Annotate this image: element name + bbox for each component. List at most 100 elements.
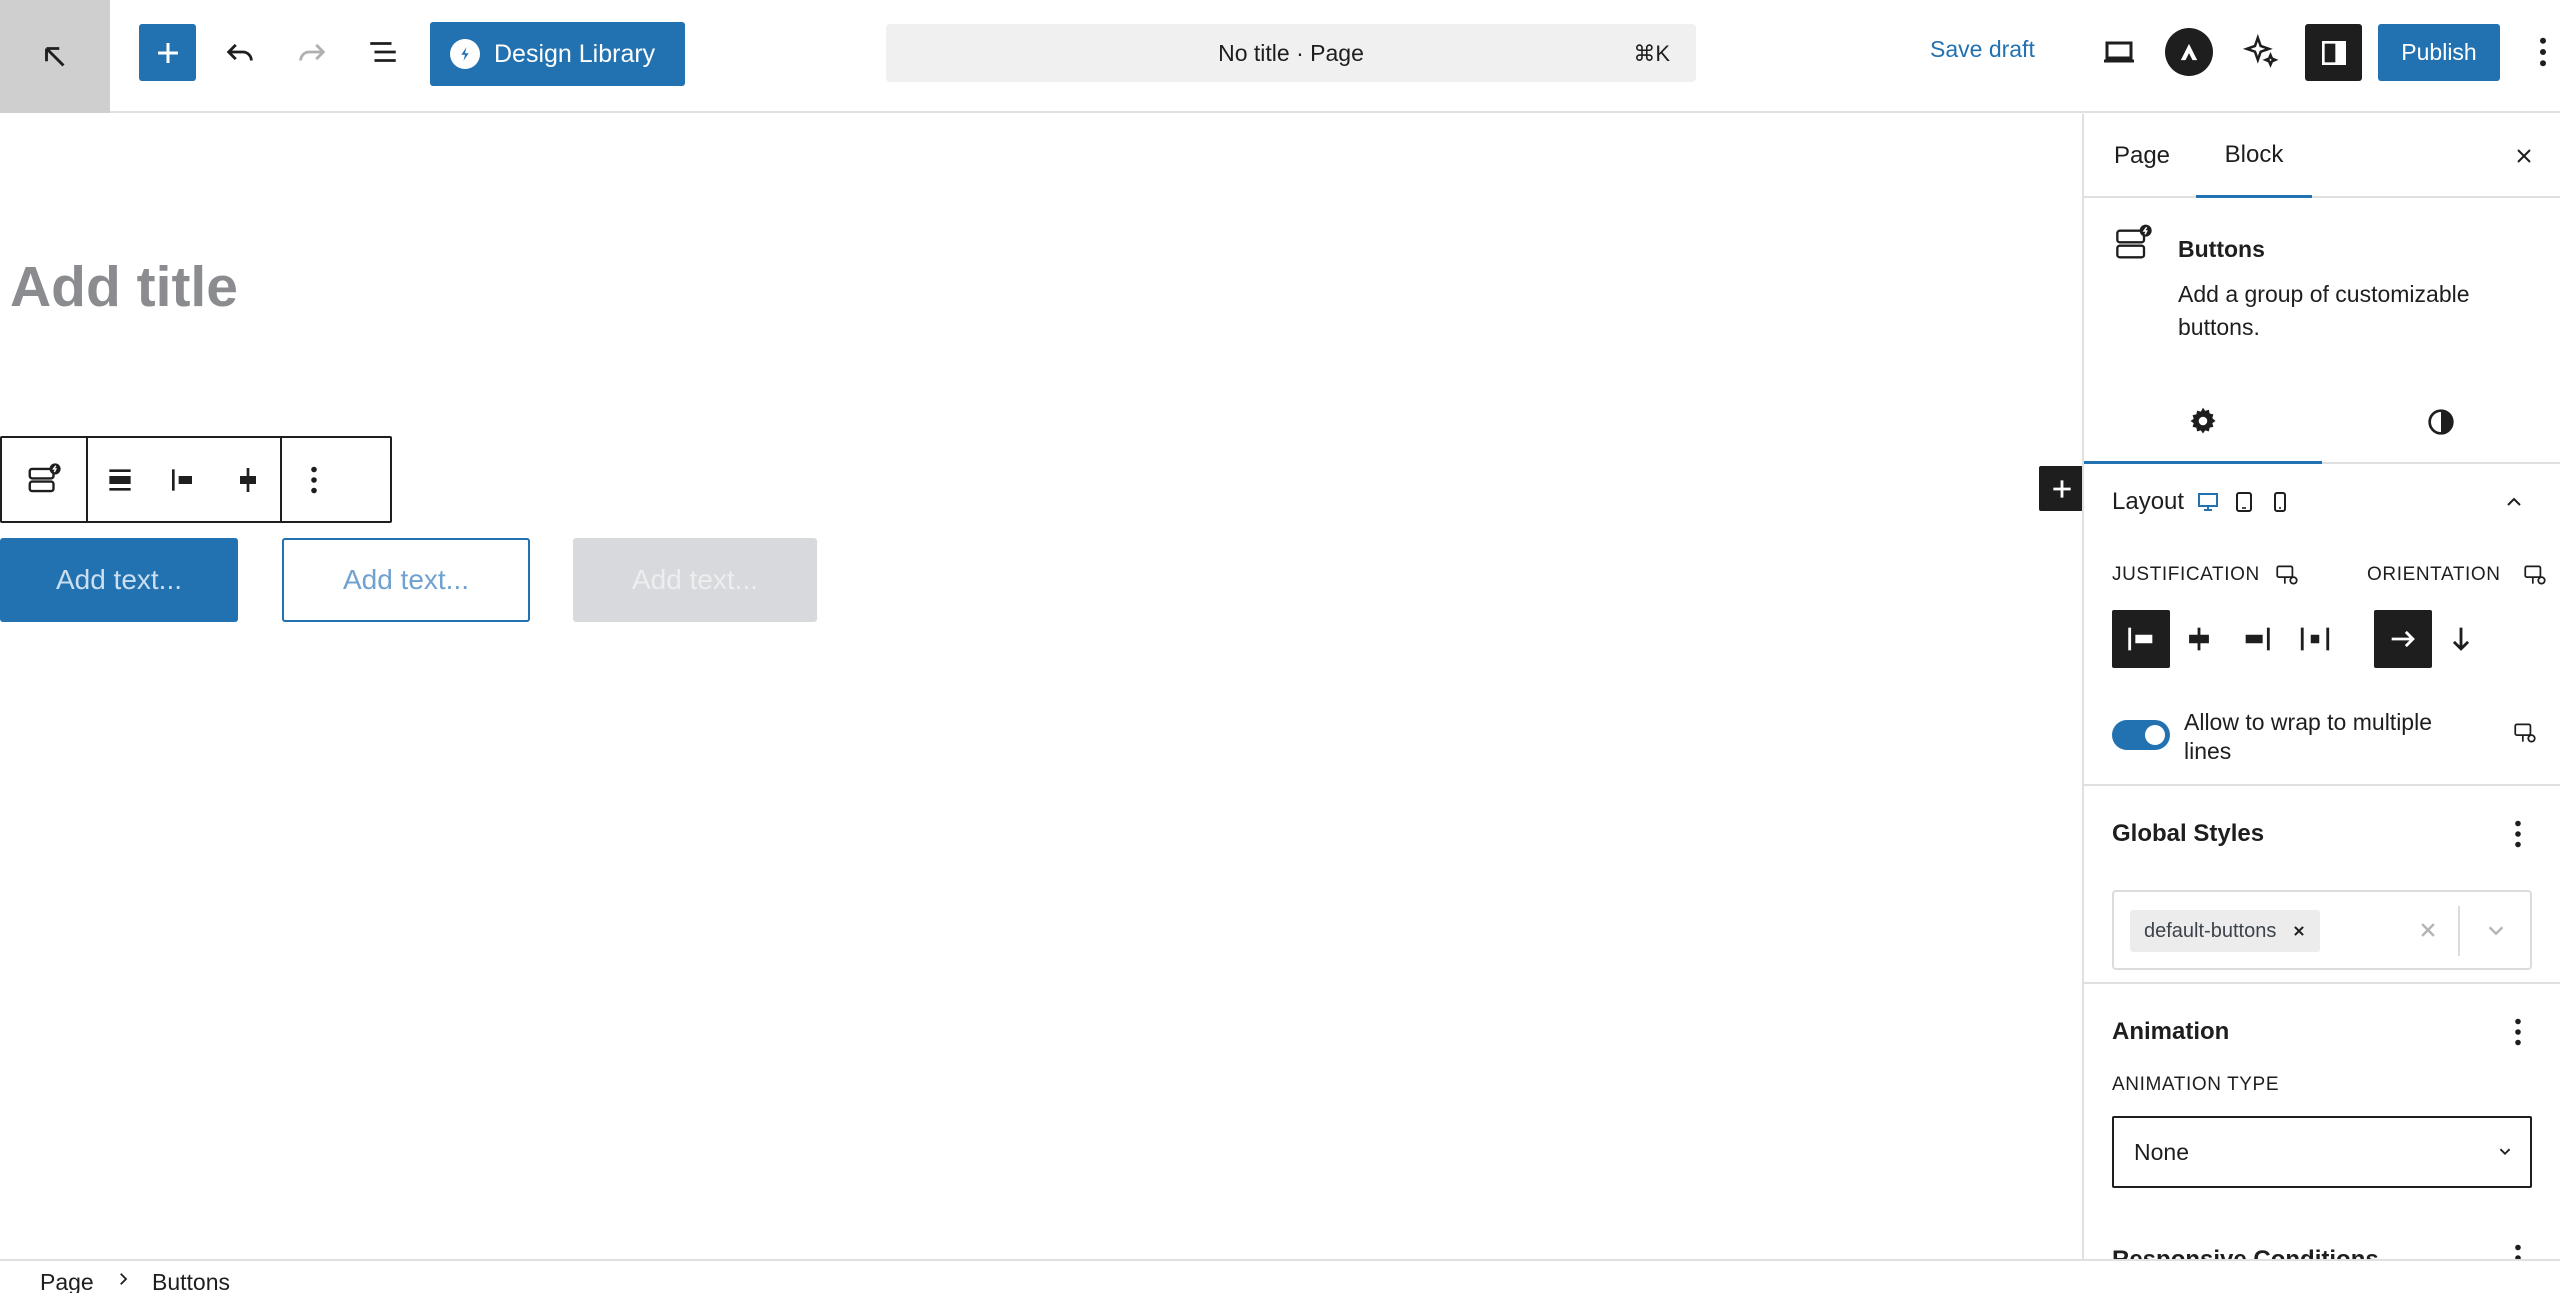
close-icon: [2517, 149, 2531, 163]
align-wide-icon: [109, 468, 131, 491]
block-card-description: Add a group of customizable buttons.: [2178, 281, 2470, 340]
global-styles-title: Global Styles: [2112, 820, 2265, 847]
wrap-toggle[interactable]: [2112, 720, 2170, 750]
animation-type-select[interactable]: None: [2112, 1116, 2532, 1188]
sidebar-icon: [2321, 40, 2346, 65]
justify-left-button[interactable]: [152, 438, 216, 521]
more-vertical-icon: [2515, 1018, 2521, 1046]
block-switcher-group: [2, 438, 88, 521]
save-draft-button[interactable]: Save draft: [1930, 36, 2035, 63]
global-style-link-icon[interactable]: [2512, 720, 2538, 751]
editor-header: Design Library No title · Page ⌘K Save d…: [0, 0, 2560, 113]
animation-type-label: ANIMATION TYPE: [2112, 1074, 2280, 1095]
button-block-3[interactable]: Add text...: [573, 538, 817, 622]
global-styles-select[interactable]: default-buttons: [2112, 890, 2532, 970]
desktop-icon[interactable]: [2196, 490, 2220, 514]
justify-center-icon: [240, 467, 256, 492]
tab-block[interactable]: Block: [2196, 114, 2312, 198]
design-library-button[interactable]: Design Library: [430, 22, 685, 86]
tab-settings[interactable]: [2084, 380, 2322, 464]
redo-icon: [299, 43, 326, 61]
global-style-link-icon[interactable]: [2522, 562, 2548, 593]
block-inserter-button[interactable]: [139, 24, 196, 81]
global-styles-panel: Global Styles default-buttons: [2084, 788, 2560, 984]
layout-panel-collapse-button[interactable]: [2494, 482, 2534, 522]
plus-icon: [2052, 479, 2071, 498]
buttons-block-icon: [2114, 222, 2154, 271]
laptop-icon: [2104, 41, 2134, 63]
mobile-icon[interactable]: [2268, 490, 2292, 514]
tab-styles[interactable]: [2322, 380, 2560, 464]
block-type-switcher[interactable]: [2, 438, 86, 521]
publish-button[interactable]: Publish: [2378, 24, 2500, 81]
orientation-horizontal-option[interactable]: [2374, 610, 2432, 668]
tab-page[interactable]: Page: [2112, 114, 2172, 198]
more-vertical-icon: [311, 466, 317, 493]
global-styles-options-button[interactable]: [2498, 810, 2538, 858]
orientation-options: [2374, 610, 2490, 668]
button-block-1[interactable]: Add text...: [0, 538, 238, 622]
back-button[interactable]: [0, 0, 110, 113]
justify-left-icon: [172, 468, 192, 491]
align-block-button[interactable]: [88, 438, 152, 521]
chevron-right-icon: [120, 1273, 128, 1285]
design-library-label: Design Library: [494, 39, 656, 68]
wrap-toggle-label: Allow to wrap to multiple lines: [2184, 709, 2432, 764]
block-card: Buttons Add a group of customizable butt…: [2084, 200, 2560, 380]
ai-assistant-button[interactable]: [2235, 26, 2287, 78]
justify-right-icon: [2245, 627, 2270, 651]
toggle-knob: [2145, 725, 2165, 745]
settings-sidebar-toggle[interactable]: [2305, 24, 2362, 81]
sidebar-tabs: Page Block: [2084, 114, 2560, 198]
redo-button[interactable]: [286, 26, 338, 78]
document-title: No title · Page: [1218, 39, 1364, 66]
contrast-icon: [2428, 409, 2454, 435]
undo-button[interactable]: [214, 26, 266, 78]
clear-selection-button[interactable]: [2410, 912, 2446, 948]
editor-canvas: Add title Add text... Add text... Add te…: [0, 114, 2082, 1259]
preview-button[interactable]: [2093, 26, 2145, 78]
justify-center-option[interactable]: [2170, 610, 2228, 668]
arrow-right-icon: [2391, 630, 2415, 648]
select-divider: [2458, 906, 2460, 956]
style-chip: default-buttons: [2130, 910, 2321, 952]
post-title-input[interactable]: Add title: [10, 254, 238, 320]
animation-type-value: None: [2134, 1138, 2189, 1165]
undo-icon: [226, 43, 253, 61]
animation-title: Animation: [2112, 1018, 2230, 1045]
orientation-vertical-option[interactable]: [2432, 610, 2490, 668]
arrow-down-icon: [2452, 627, 2470, 651]
justify-space-between-icon: [2300, 627, 2330, 651]
responsive-options-button[interactable]: [2498, 1234, 2538, 1259]
layout-panel-title[interactable]: Layout: [2112, 488, 2184, 516]
close-icon: [2421, 923, 2435, 937]
vertical-align-button[interactable]: [216, 438, 280, 521]
astra-settings-button[interactable]: [2165, 28, 2213, 76]
close-sidebar-button[interactable]: [2502, 134, 2546, 178]
options-menu-button[interactable]: [2528, 26, 2558, 78]
animation-options-button[interactable]: [2498, 1008, 2538, 1056]
select-dropdown-button[interactable]: [2474, 912, 2518, 948]
sparkles-icon: [2242, 33, 2279, 68]
block-card-title: Buttons: [2178, 236, 2265, 262]
breadcrumb-buttons[interactable]: Buttons: [152, 1269, 230, 1293]
inspector-tabs: [2084, 380, 2560, 464]
tablet-icon[interactable]: [2232, 490, 2256, 514]
orientation-label: ORIENTATION: [2367, 564, 2501, 585]
shortcut-hint: ⌘K: [1633, 41, 1670, 66]
more-vertical-icon: [2540, 37, 2546, 67]
buttons-block-icon: [28, 462, 61, 492]
remove-chip-icon[interactable]: [2292, 924, 2306, 938]
justify-space-between-option[interactable]: [2286, 610, 2344, 668]
breadcrumb: Page Buttons: [0, 1259, 2560, 1293]
justification-label: JUSTIFICATION: [2112, 564, 2260, 585]
command-palette-button[interactable]: No title · Page ⌘K: [886, 24, 1696, 82]
justify-right-option[interactable]: [2228, 610, 2286, 668]
block-options-button[interactable]: [282, 438, 346, 521]
button-block-2[interactable]: Add text...: [282, 538, 530, 622]
appender-inserter-button[interactable]: [2039, 466, 2084, 511]
document-overview-button[interactable]: [357, 26, 409, 78]
justify-left-option[interactable]: [2112, 610, 2170, 668]
breadcrumb-page[interactable]: Page: [40, 1269, 94, 1293]
global-style-link-icon[interactable]: [2274, 562, 2300, 593]
